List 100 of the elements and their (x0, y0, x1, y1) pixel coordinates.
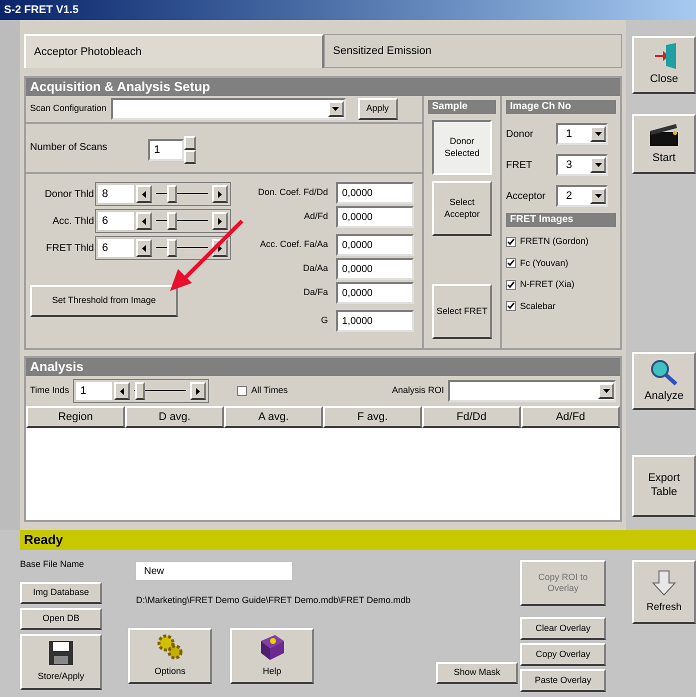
column-header[interactable]: F avg. (323, 406, 422, 428)
dropdown-arrow-icon (594, 163, 602, 167)
channel-dropdown[interactable]: 2 (556, 185, 608, 207)
column-header[interactable]: A avg. (224, 406, 323, 428)
threshold-field[interactable]: 6 (98, 239, 134, 257)
door-button[interactable]: Close (632, 36, 696, 94)
status-bar: Ready (20, 530, 696, 550)
coefficient-field[interactable]: 0,0000 (336, 182, 414, 204)
coefficient-field[interactable]: 1,0000 (336, 310, 414, 332)
threshold-field[interactable]: 1 (76, 382, 112, 400)
left-arrow-icon (120, 388, 124, 394)
sample-button[interactable]: Select FRET (432, 284, 492, 339)
refresh-button[interactable]: Refresh (632, 560, 696, 624)
checkbox[interactable] (506, 236, 516, 247)
coefficient-label: Da/Aa (302, 262, 328, 276)
field-label: Scan Configuration (30, 102, 107, 116)
export-button[interactable]: Export Table (632, 455, 696, 517)
coefficient-label: Ad/Fd (304, 210, 328, 224)
coefficient-field[interactable]: 0,0000 (336, 234, 414, 256)
dropdown-arrow-icon (594, 132, 602, 136)
checkbox-label: N-FRET (Xia) (520, 278, 574, 291)
store-apply-button[interactable]: Store/Apply (20, 634, 102, 690)
left-arrow-icon (142, 244, 146, 252)
tab[interactable]: Sensitized Emission (324, 34, 622, 68)
coefficient-label: Acc. Coef. Fa/Aa (260, 238, 328, 252)
slider-right-button[interactable] (212, 185, 228, 203)
checkbox[interactable] (506, 280, 516, 290)
slider-left-button[interactable] (114, 382, 130, 400)
slider-thumb[interactable] (167, 185, 177, 203)
column-header[interactable]: Fd/Dd (422, 406, 521, 428)
section-header: Acquisition & Analysis Setup (26, 78, 620, 96)
title-bar: S-2 FRET V1.5 (0, 0, 696, 20)
threshold-field[interactable]: 6 (98, 212, 134, 230)
coefficient-label: Da/Fa (303, 286, 328, 300)
section-header: Analysis (26, 358, 620, 376)
dropdown-arrow-icon (594, 194, 602, 198)
slider-right-button[interactable] (212, 212, 228, 230)
slider-right-button[interactable] (190, 382, 206, 400)
column-header[interactable]: Ad/Fd (521, 406, 620, 428)
slider-left-button[interactable] (136, 212, 152, 230)
dropdown-arrow-icon (332, 107, 340, 111)
coefficient-field[interactable]: 0,0000 (336, 258, 414, 280)
channel-label: Acceptor (506, 190, 546, 204)
checkbox[interactable] (506, 258, 516, 268)
database-button[interactable]: Img Database (20, 582, 102, 604)
show-mask-button[interactable]: Show Mask (436, 662, 518, 684)
tab[interactable]: Acceptor Photobleach (24, 34, 324, 68)
channel-label: FRET (506, 158, 532, 172)
overlay-button[interactable]: Copy Overlay (520, 643, 606, 666)
checkbox-label: Scalebar (520, 300, 556, 312)
clapper-icon (648, 122, 680, 148)
right-arrow-icon (218, 190, 222, 198)
sample-button[interactable]: Select Acceptor (432, 181, 492, 236)
slider-thumb[interactable] (135, 382, 146, 400)
threshold-label: Acc. Thld (52, 214, 94, 228)
column-header[interactable]: D avg. (125, 406, 224, 428)
analysis-roi-dropdown[interactable] (448, 380, 616, 402)
sample-button[interactable]: Donor Selected (432, 120, 492, 175)
dropdown-arrow-icon (602, 389, 610, 393)
down-arrow-icon (652, 570, 676, 596)
channel-dropdown[interactable]: 3 (556, 154, 608, 176)
threshold-field[interactable]: 8 (98, 185, 134, 203)
right-arrow-icon (218, 218, 222, 224)
left-arrow-icon (142, 218, 146, 224)
field-label: Analysis ROI (392, 384, 444, 398)
right-arrow-icon (218, 244, 222, 252)
slider-left-button[interactable] (136, 239, 152, 257)
channel-dropdown[interactable]: 1 (556, 123, 608, 145)
coefficient-label: Don. Coef. Fd/Dd (258, 186, 328, 200)
threshold-label: FRET Thld (46, 242, 94, 256)
coefficient-label: G (320, 314, 328, 328)
checkbox[interactable] (237, 386, 248, 396)
checkbox-label: All Times (251, 384, 288, 398)
left-arrow-icon (142, 190, 146, 198)
section-header: Sample (428, 100, 496, 114)
slider-left-button[interactable] (136, 185, 152, 203)
options-button[interactable]: Options (128, 628, 212, 684)
checkbox-label: FRETN (Gordon) (520, 235, 589, 248)
overlay-button[interactable]: Paste Overlay (520, 669, 606, 692)
right-arrow-icon (196, 388, 200, 394)
field-label: Base File Name (20, 558, 86, 571)
base-file-name-field[interactable]: New (136, 562, 292, 580)
field-label: Time Inds (30, 384, 70, 398)
set-threshold-button[interactable]: Set Threshold from Image (30, 285, 178, 317)
gears-icon (156, 632, 184, 661)
overlay-button[interactable]: Clear Overlay (520, 617, 606, 640)
coefficient-field[interactable]: 0,0000 (336, 206, 414, 228)
slider-thumb[interactable] (167, 239, 177, 257)
checkbox[interactable] (506, 301, 516, 312)
magnifier-icon (649, 358, 679, 386)
scan-configuration-dropdown[interactable] (110, 98, 346, 120)
database-button[interactable]: Open DB (20, 608, 102, 630)
magnifier-button[interactable]: Analyze (632, 352, 696, 410)
clapper-button[interactable]: Start (632, 114, 696, 174)
database-path: D:\Marketing\FRET Demo Guide\FRET Demo.mdb\FRET Demo.mdb (136, 594, 412, 607)
slider-thumb[interactable] (167, 212, 177, 230)
coefficient-field[interactable]: 0,0000 (336, 282, 414, 304)
column-header[interactable]: Region (26, 406, 125, 428)
help-button[interactable]: Help (230, 628, 314, 684)
apply-button[interactable]: Apply (358, 98, 398, 120)
